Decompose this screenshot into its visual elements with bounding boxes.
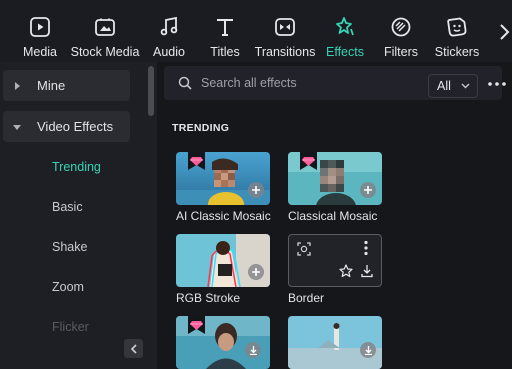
effects-category-sidebar: Mine Video Effects Trending Basic Shake … xyxy=(0,62,157,369)
preview-scan-icon[interactable] xyxy=(297,242,311,256)
filter-selected-value: All xyxy=(437,79,451,93)
sidebar-item-flicker[interactable]: Flicker xyxy=(52,320,89,334)
tab-audio[interactable]: Audio xyxy=(150,0,188,62)
effect-card[interactable] xyxy=(288,316,382,369)
sidebar-group-label: Mine xyxy=(37,78,66,93)
search-icon xyxy=(178,76,192,90)
sidebar-item-shake[interactable]: Shake xyxy=(52,240,87,254)
collapse-sidebar-button[interactable] xyxy=(124,339,143,358)
tab-label: Transitions xyxy=(254,45,316,59)
sidebar-item-zoom[interactable]: Zoom xyxy=(52,280,84,294)
effect-card[interactable] xyxy=(176,316,270,369)
effect-name: RGB Stroke xyxy=(176,291,241,305)
sidebar-group-mine[interactable]: Mine xyxy=(3,70,130,101)
download-icon xyxy=(364,345,372,355)
download-icon[interactable] xyxy=(360,264,374,278)
more-options-icon[interactable] xyxy=(487,80,507,88)
add-effect-button[interactable] xyxy=(248,182,264,198)
effect-name: Border xyxy=(288,291,325,305)
effect-card-classical-mosaic[interactable]: Classical Mosaic xyxy=(288,152,382,224)
tab-effects[interactable]: Effects xyxy=(325,0,365,62)
tab-label: Filters xyxy=(383,45,419,59)
effect-card-border[interactable]: Border xyxy=(288,234,382,306)
plus-icon xyxy=(252,268,260,276)
download-icon xyxy=(249,345,257,355)
tab-filters[interactable]: Filters xyxy=(381,0,421,62)
chevron-down-icon xyxy=(461,83,470,89)
effects-icon xyxy=(336,17,354,36)
effects-panel: All TRENDING AI Classic Mosaic xyxy=(157,62,512,369)
premium-gem-icon xyxy=(188,152,205,170)
tab-label: Stock Media xyxy=(70,45,140,59)
plus-icon xyxy=(364,186,372,194)
filter-dropdown[interactable]: All xyxy=(428,74,478,98)
audio-icon xyxy=(160,16,178,36)
add-effect-button[interactable] xyxy=(360,182,376,198)
transitions-icon xyxy=(275,18,295,36)
effect-card-rgb-stroke[interactable]: RGB Stroke xyxy=(176,234,270,306)
tab-stock-media[interactable]: Stock Media xyxy=(70,0,140,62)
sidebar-scrollbar[interactable] xyxy=(148,66,154,116)
tab-titles[interactable]: Titles xyxy=(206,0,244,62)
tab-media[interactable]: Media xyxy=(18,0,62,62)
favorite-star-icon[interactable] xyxy=(339,264,353,278)
media-icon xyxy=(30,17,50,37)
tab-stickers[interactable]: Stickers xyxy=(434,0,480,62)
effect-name: Classical Mosaic xyxy=(288,209,378,223)
sidebar-group-video-effects[interactable]: Video Effects xyxy=(3,111,130,142)
sidebar-group-label: Video Effects xyxy=(37,119,114,134)
more-vertical-icon[interactable] xyxy=(363,240,369,256)
sidebar-item-basic[interactable]: Basic xyxy=(52,200,83,214)
caret-right-icon xyxy=(3,81,31,90)
stock-media-icon xyxy=(95,18,115,36)
tab-label: Media xyxy=(22,45,58,59)
download-effect-button[interactable] xyxy=(245,342,261,358)
filters-icon xyxy=(391,17,411,37)
tab-transitions[interactable]: Transitions xyxy=(255,0,315,62)
plus-icon xyxy=(252,186,260,194)
sidebar-item-trending[interactable]: Trending xyxy=(52,160,101,174)
section-title: TRENDING xyxy=(172,122,230,134)
stickers-icon xyxy=(447,17,467,37)
effect-name: AI Classic Mosaic xyxy=(176,209,271,223)
download-effect-button[interactable] xyxy=(360,342,376,358)
tab-label: Titles xyxy=(210,45,240,59)
search-input[interactable] xyxy=(201,74,421,92)
caret-down-icon xyxy=(3,123,31,131)
scroll-right-chevron-icon[interactable] xyxy=(498,20,512,44)
tab-label: Effects xyxy=(326,45,364,59)
chevron-left-icon xyxy=(130,343,137,354)
premium-gem-icon xyxy=(188,316,205,334)
tab-label: Stickers xyxy=(434,45,480,59)
effect-card-ai-classic-mosaic[interactable]: AI Classic Mosaic xyxy=(176,152,271,224)
titles-icon xyxy=(217,19,233,36)
top-toolbar: Media Stock Media Audio Titles Transitio… xyxy=(0,0,512,62)
premium-gem-icon xyxy=(300,152,317,170)
add-effect-button[interactable] xyxy=(248,264,264,280)
tab-label: Audio xyxy=(153,45,185,59)
search-bar: All xyxy=(164,66,506,100)
